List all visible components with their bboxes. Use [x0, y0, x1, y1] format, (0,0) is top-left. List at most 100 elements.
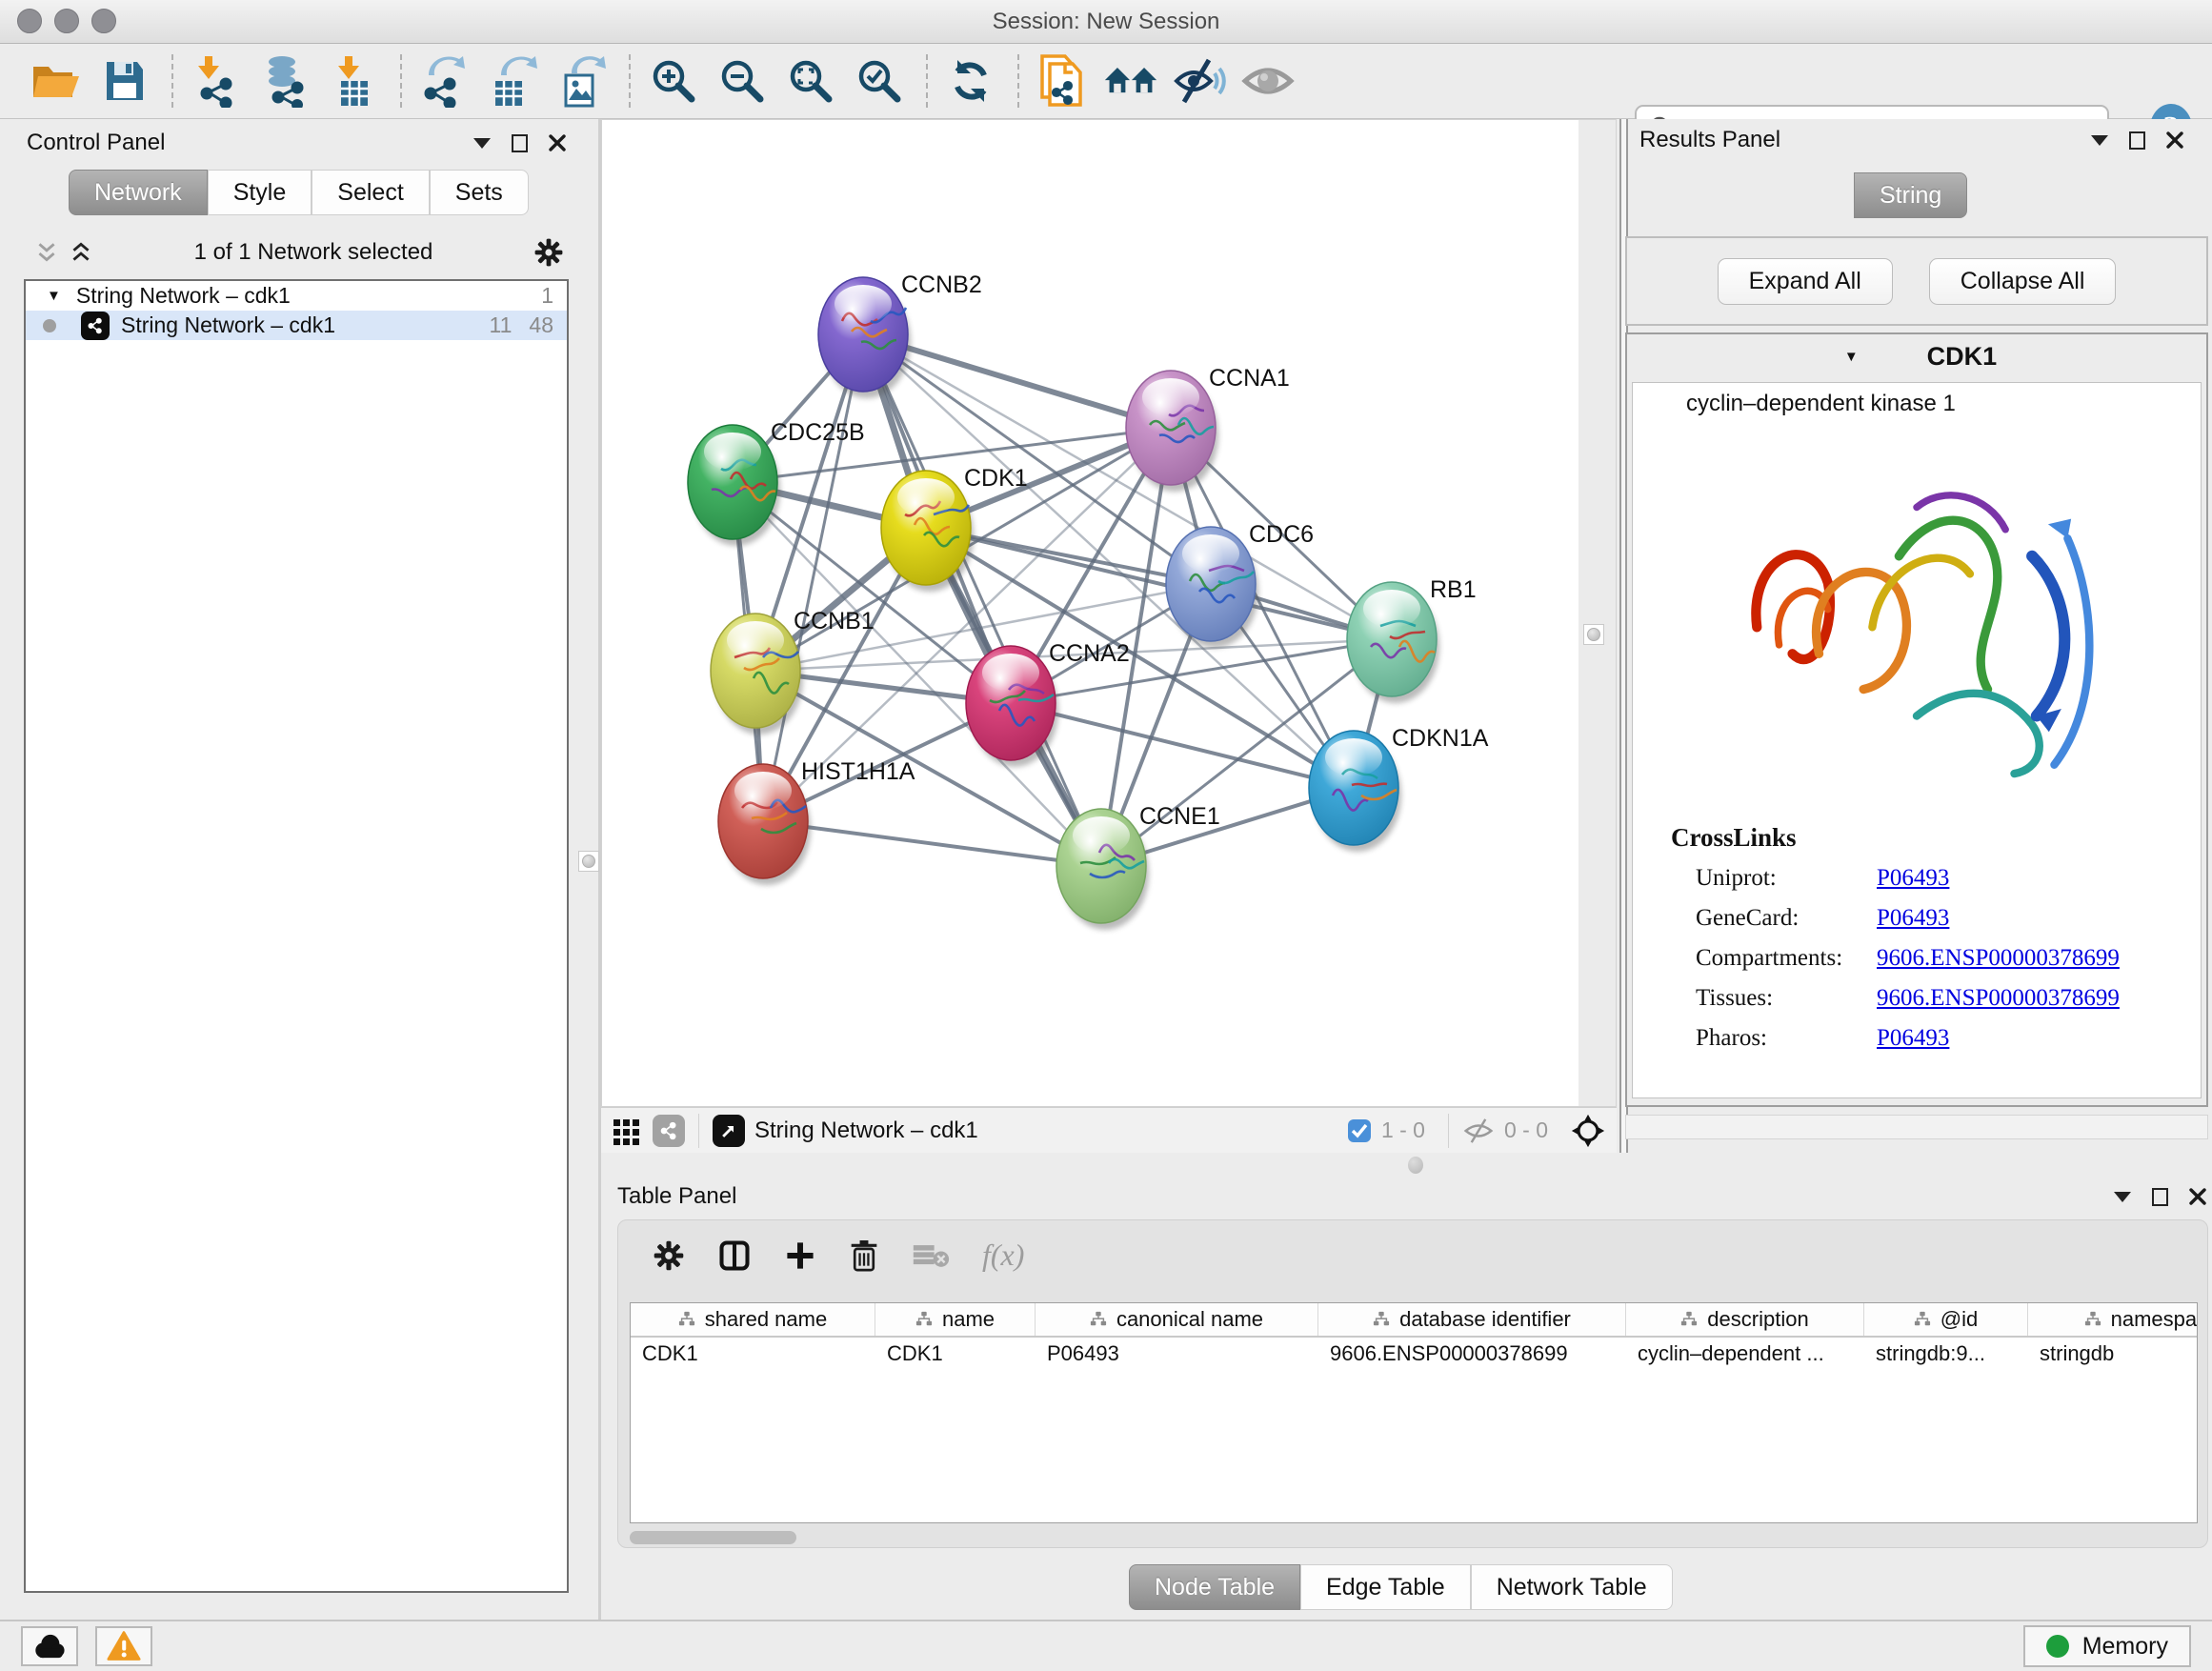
save-session-button[interactable] — [97, 52, 152, 110]
network-row[interactable]: String Network – cdk1 11 48 — [26, 311, 567, 340]
network-options-gear-icon[interactable] — [533, 237, 564, 268]
crosslink-link[interactable]: P06493 — [1877, 865, 1949, 892]
panel-menu-icon[interactable] — [2114, 1192, 2131, 1202]
clone-network-button[interactable] — [1035, 52, 1090, 110]
network-node-CDC6[interactable]: CDC6 — [1166, 521, 1314, 648]
network-node-CCNB2[interactable]: CCNB2 — [818, 272, 982, 398]
delete-column-trash-icon[interactable] — [849, 1238, 879, 1273]
crosslink-link[interactable]: 9606.ENSP00000378699 — [1877, 945, 2120, 972]
import-network-file-button[interactable] — [189, 52, 244, 110]
table-cell[interactable]: CDK1 — [875, 1341, 1036, 1366]
float-panel-icon[interactable] — [2152, 1188, 2168, 1206]
close-panel-icon[interactable] — [2166, 131, 2183, 149]
zoom-in-button[interactable] — [646, 52, 701, 110]
network-edge[interactable] — [926, 528, 1392, 639]
selected-nodes-checkbox-icon[interactable] — [1347, 1118, 1372, 1143]
zoom-fit-button[interactable] — [783, 52, 838, 110]
crosslink-link[interactable]: P06493 — [1877, 905, 1949, 932]
network-node-CCNE1[interactable]: CCNE1 — [1056, 803, 1220, 930]
grid-view-icon[interactable] — [613, 1117, 641, 1145]
table-cell[interactable]: cyclin–dependent ... — [1626, 1341, 1864, 1366]
show-columns-icon[interactable] — [717, 1238, 752, 1273]
collapse-gene-triangle-icon[interactable]: ▼ — [1844, 349, 1859, 365]
open-in-window-icon[interactable] — [713, 1115, 745, 1147]
import-table-button[interactable] — [326, 52, 381, 110]
table-cell[interactable]: stringdb:9... — [1864, 1341, 2028, 1366]
network-node-CDKN1A[interactable]: CDKN1A — [1309, 725, 1489, 852]
column-header[interactable]: name — [875, 1303, 1036, 1336]
network-node-CCNB1[interactable]: CCNB1 — [711, 608, 875, 735]
zoom-window-button[interactable] — [91, 9, 116, 33]
network-edge[interactable] — [763, 334, 863, 821]
tab-sets[interactable]: Sets — [430, 170, 529, 215]
expand-all-button[interactable]: Expand All — [1718, 258, 1893, 305]
column-header[interactable]: canonical name — [1036, 1303, 1318, 1336]
right-splitter-handle[interactable] — [1583, 624, 1604, 645]
table-hscrollbar-thumb[interactable] — [630, 1531, 796, 1544]
tab-node-table[interactable]: Node Table — [1129, 1564, 1300, 1610]
panel-menu-icon[interactable] — [2091, 135, 2108, 146]
collapse-all-networks-icon[interactable] — [69, 240, 93, 265]
column-header[interactable]: shared name — [631, 1303, 875, 1336]
first-neighbors-button[interactable] — [1103, 52, 1158, 110]
node-table[interactable]: shared name name canonical name database… — [630, 1302, 2198, 1523]
collapse-triangle-icon[interactable]: ▼ — [47, 288, 61, 304]
tab-edge-table[interactable]: Edge Table — [1300, 1564, 1471, 1610]
table-cell[interactable]: 9606.ENSP00000378699 — [1318, 1341, 1626, 1366]
table-cell[interactable]: P06493 — [1036, 1341, 1318, 1366]
tab-network[interactable]: Network — [69, 170, 208, 215]
table-cell[interactable]: stringdb — [2028, 1341, 2198, 1366]
zoom-out-button[interactable] — [714, 52, 770, 110]
table-row[interactable]: CDK1 CDK1 P06493 9606.ENSP00000378699 cy… — [631, 1338, 2197, 1370]
crosslink-link[interactable]: 9606.ENSP00000378699 — [1877, 985, 2120, 1012]
network-edge[interactable] — [763, 821, 1101, 866]
warning-status-button[interactable] — [95, 1626, 152, 1666]
network-view[interactable]: CCNB2CCNA1CDC25BCDK1CDC6RB1CCNB1CCNA2CDK… — [601, 119, 1617, 1107]
network-node-CCNA1[interactable]: CCNA1 — [1126, 365, 1290, 492]
column-header[interactable]: @id — [1864, 1303, 2028, 1336]
add-column-plus-icon[interactable] — [784, 1239, 816, 1272]
memory-button[interactable]: Memory — [2023, 1625, 2191, 1667]
close-window-button[interactable] — [17, 9, 42, 33]
tab-string[interactable]: String — [1854, 172, 1967, 218]
refresh-button[interactable] — [943, 52, 998, 110]
column-header[interactable]: description — [1626, 1303, 1864, 1336]
column-header[interactable]: namespace — [2028, 1303, 2198, 1336]
birds-eye-view-icon[interactable] — [1571, 1114, 1605, 1148]
export-image-button[interactable] — [554, 52, 610, 110]
tab-select[interactable]: Select — [312, 170, 429, 215]
table-settings-gear-icon[interactable] — [653, 1239, 685, 1272]
crosslink-link[interactable]: P06493 — [1877, 1025, 1949, 1052]
collapse-all-button[interactable]: Collapse All — [1929, 258, 2117, 305]
open-session-button[interactable] — [29, 52, 84, 110]
network-node-RB1[interactable]: RB1 — [1347, 576, 1477, 703]
table-hscrollbar[interactable] — [630, 1531, 2198, 1546]
expand-all-networks-icon[interactable] — [34, 240, 59, 265]
network-node-CDK1[interactable]: CDK1 — [881, 465, 1028, 592]
network-edge[interactable] — [863, 334, 1101, 866]
import-network-database-button[interactable] — [257, 52, 312, 110]
left-splitter-handle[interactable] — [578, 851, 599, 872]
close-panel-icon[interactable] — [549, 134, 566, 151]
close-panel-icon[interactable] — [2189, 1188, 2206, 1205]
zoom-selected-button[interactable] — [852, 52, 907, 110]
network-node-HIST1H1A[interactable]: HIST1H1A — [718, 758, 915, 885]
float-panel-icon[interactable] — [2129, 131, 2145, 150]
float-panel-icon[interactable] — [512, 134, 528, 152]
hide-selected-button[interactable] — [1172, 52, 1227, 110]
minimize-window-button[interactable] — [54, 9, 79, 33]
column-header[interactable]: database identifier — [1318, 1303, 1626, 1336]
cloud-status-button[interactable] — [21, 1626, 78, 1666]
horizontal-splitter-handle[interactable] — [1408, 1157, 1423, 1174]
export-network-button[interactable] — [417, 52, 473, 110]
network-collection-row[interactable]: ▼ String Network – cdk1 1 — [26, 281, 567, 311]
show-all-button[interactable] — [1240, 52, 1296, 110]
export-table-button[interactable] — [486, 52, 541, 110]
tab-network-table[interactable]: Network Table — [1471, 1564, 1673, 1610]
results-scrollbar[interactable] — [1625, 1115, 2208, 1139]
horizontal-splitter[interactable] — [601, 1153, 2212, 1181]
network-graph[interactable]: CCNB2CCNA1CDC25BCDK1CDC6RB1CCNB1CCNA2CDK… — [602, 120, 1616, 1106]
table-cell[interactable]: CDK1 — [631, 1341, 875, 1366]
tab-style[interactable]: Style — [208, 170, 312, 215]
panel-menu-icon[interactable] — [473, 138, 491, 149]
